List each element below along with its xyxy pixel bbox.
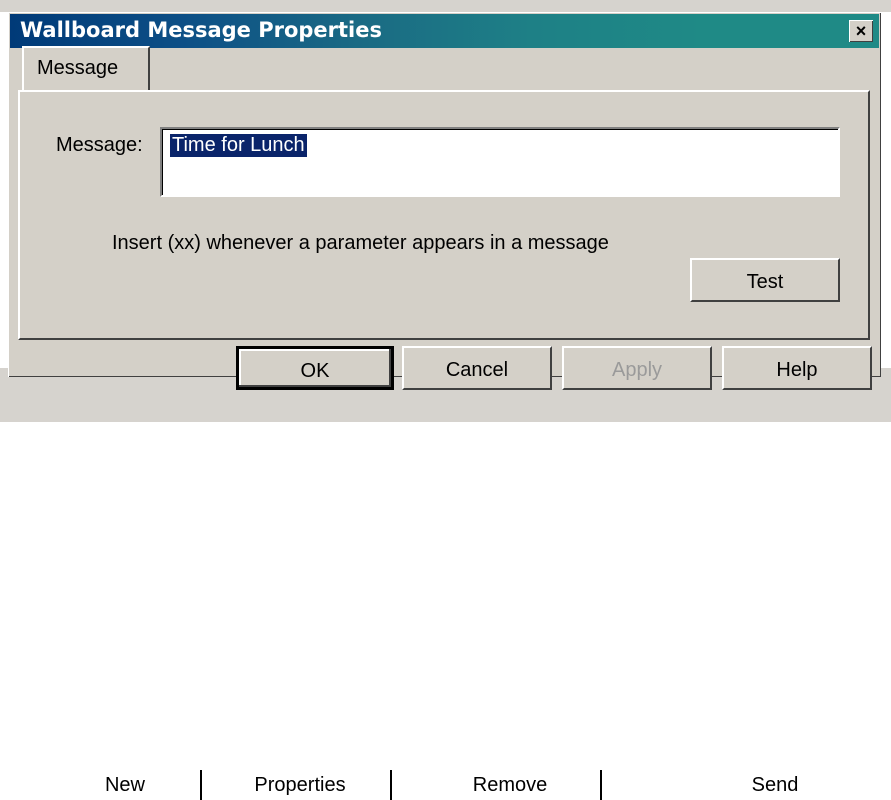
tab-message-label: Message (37, 57, 119, 79)
cancel-button[interactable]: Cancel (402, 346, 552, 390)
window-title: Wallboard Message Properties (20, 18, 382, 42)
parameter-hint: Insert (xx) whenever a parameter appears… (112, 232, 609, 254)
test-button[interactable]: Test (690, 258, 840, 302)
close-button[interactable]: × (849, 20, 873, 42)
help-button[interactable]: Help (722, 346, 872, 390)
message-input[interactable]: Time for Lunch (160, 127, 840, 197)
message-input-value: Time for Lunch (170, 134, 307, 157)
background-send-button[interactable]: Send (700, 770, 850, 800)
message-label: Message: (56, 134, 143, 156)
tab-message[interactable]: Message (22, 46, 150, 92)
background-properties-button[interactable]: Properties (210, 770, 392, 800)
background-new-button[interactable]: New (50, 770, 202, 800)
title-bar[interactable]: Wallboard Message Properties × (10, 14, 879, 48)
background-app-top (0, 0, 891, 12)
background-remove-button[interactable]: Remove (420, 770, 602, 800)
ok-button[interactable]: OK (236, 346, 394, 390)
apply-button[interactable]: Apply (562, 346, 712, 390)
